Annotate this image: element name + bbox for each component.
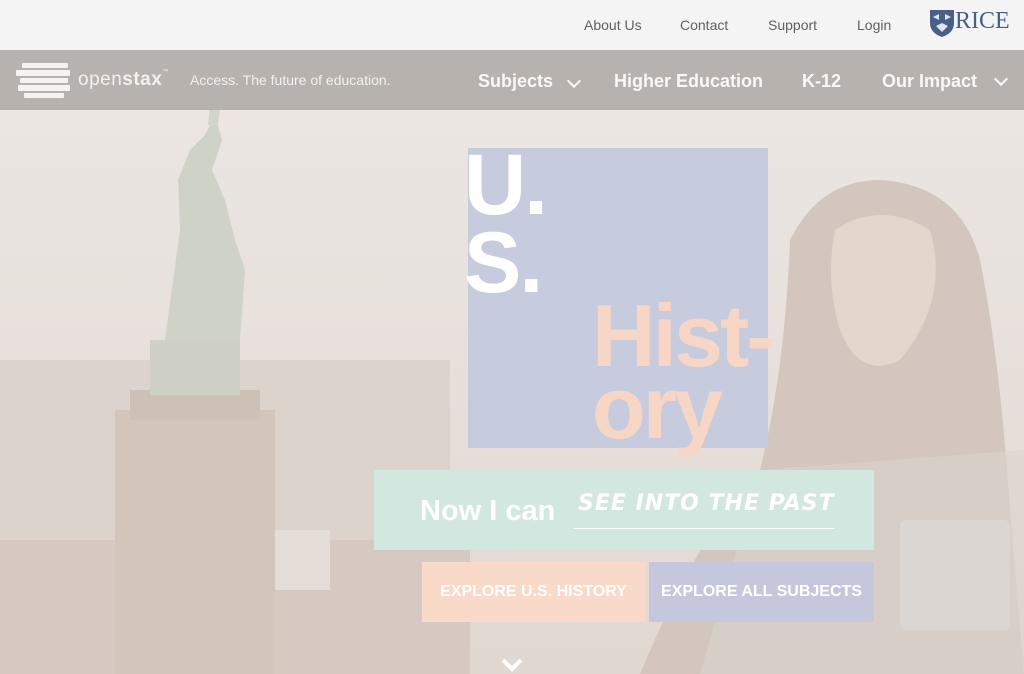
now-i-can-banner: Now I can SEE INTO THE PAST	[374, 470, 874, 550]
rice-logo[interactable]: RICE	[929, 6, 1011, 38]
openstax-wordmark: openstax™	[78, 69, 169, 91]
chevron-down-icon[interactable]	[566, 73, 582, 89]
rice-logo-text: RICE	[955, 8, 1010, 34]
openstax-logo[interactable]: openstax™	[16, 63, 176, 99]
rice-shield-icon	[930, 10, 954, 37]
contact-link[interactable]: Contact	[680, 17, 728, 33]
now-i-can-phrase: SEE INTO THE PAST	[578, 491, 835, 516]
wordmark-tm: ™	[162, 69, 169, 75]
login-link[interactable]: Login	[857, 17, 891, 33]
main-nav: openstax™ Access. The future of educatio…	[0, 50, 1024, 110]
wordmark-stax: stax	[122, 69, 163, 90]
openstax-books-icon	[16, 63, 70, 98]
about-us-link[interactable]: About Us	[584, 17, 642, 33]
nav-subjects[interactable]: Subjects	[478, 71, 553, 92]
utility-bar: About Us Contact Support Login RICE	[0, 0, 1024, 50]
explore-us-history-button[interactable]: EXPLORE U.S. HISTORY	[422, 562, 645, 622]
now-i-can-text: Now I can	[420, 495, 556, 527]
nav-our-impact[interactable]: Our Impact	[882, 71, 977, 92]
nav-higher-education[interactable]: Higher Education	[614, 71, 763, 92]
scroll-down-chevron-icon[interactable]	[501, 652, 523, 674]
nav-k12[interactable]: K-12	[802, 71, 841, 92]
chevron-down-icon[interactable]	[993, 71, 1009, 87]
title-history-line2: ory	[592, 358, 723, 457]
wordmark-open: open	[78, 69, 123, 90]
phrase-underline	[574, 528, 834, 529]
tagline: Access. The future of education.	[190, 72, 391, 88]
explore-all-subjects-button[interactable]: EXPLORE ALL SUBJECTS	[649, 562, 874, 622]
title-us-line2: S.	[464, 215, 543, 311]
support-link[interactable]: Support	[768, 17, 817, 33]
